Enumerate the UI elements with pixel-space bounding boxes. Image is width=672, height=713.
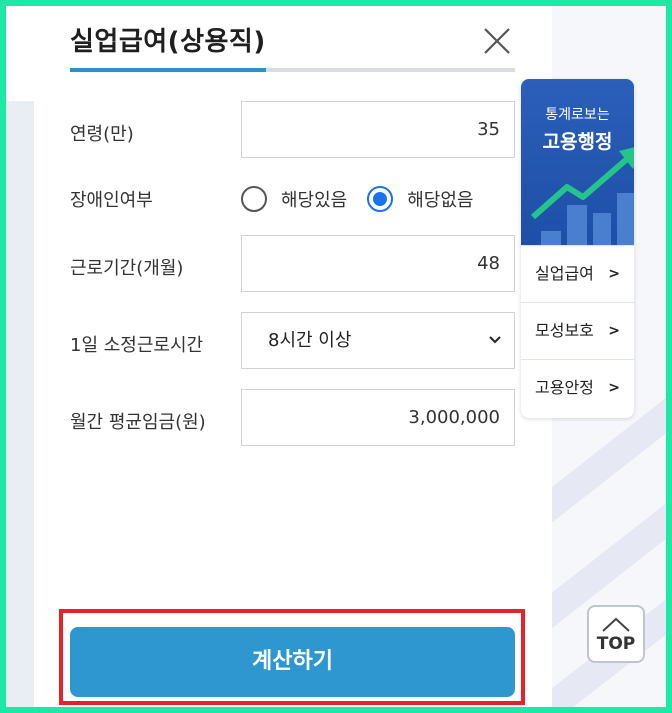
side-item-maternity[interactable]: 모성보호 > <box>521 302 634 359</box>
growth-chart-icon <box>531 147 634 245</box>
radio-unchecked-icon <box>241 186 267 212</box>
chevron-right-icon: > <box>608 266 620 282</box>
chevron-right-icon: > <box>608 323 620 339</box>
progress-bar <box>70 68 515 72</box>
monthly-wage-input[interactable]: 3,000,000 <box>241 389 515 446</box>
daily-hours-label: 1일 소정근로시간 <box>70 335 204 356</box>
age-label: 연령(만) <box>70 124 134 145</box>
top-label: TOP <box>596 634 636 654</box>
progress-fill <box>70 68 266 72</box>
daily-hours-select[interactable]: 8시간 이상 <box>241 312 515 369</box>
side-item-label: 모성보호 <box>535 321 594 340</box>
side-item-label: 실업급여 <box>535 264 594 283</box>
scroll-top-button[interactable]: TOP <box>587 605 645 663</box>
disability-yes-radio[interactable]: 해당있음 <box>241 186 347 212</box>
disability-radio-group: 해당있음 해당없음 <box>241 181 494 217</box>
side-widget: 통계로보는 고용행정 실업급여 > 모성보호 > 고용안정 > <box>521 79 634 418</box>
disability-yes-label: 해당있음 <box>281 190 348 211</box>
disability-no-label: 해당없음 <box>407 190 474 211</box>
calculate-button[interactable]: 계산하기 <box>70 627 515 697</box>
chevron-right-icon: > <box>608 380 620 396</box>
work-period-label: 근로기간(개월) <box>70 258 184 279</box>
side-item-unemployment[interactable]: 실업급여 > <box>521 245 634 302</box>
close-icon <box>484 28 510 54</box>
chevron-down-icon <box>488 313 502 390</box>
work-period-input[interactable]: 48 <box>241 235 515 292</box>
disability-no-radio[interactable]: 해당없음 <box>367 186 474 212</box>
left-background <box>6 6 34 707</box>
monthly-wage-label: 월간 평균임금(원) <box>70 412 206 433</box>
daily-hours-selected: 8시간 이상 <box>268 330 352 351</box>
close-button[interactable] <box>482 26 512 56</box>
radio-checked-icon <box>367 186 394 212</box>
modal-title: 실업급여(상용직) <box>70 27 266 57</box>
side-item-label: 고용안정 <box>535 378 594 397</box>
calculator-modal: 실업급여(상용직) 연령(만) 35 장애인여부 해당있음 해당없음 근로기간(… <box>34 6 552 707</box>
side-item-employment-stability[interactable]: 고용안정 > <box>521 359 634 416</box>
stats-banner[interactable]: 통계로보는 고용행정 <box>521 79 634 245</box>
disability-label: 장애인여부 <box>70 190 153 211</box>
age-input[interactable]: 35 <box>241 101 515 158</box>
